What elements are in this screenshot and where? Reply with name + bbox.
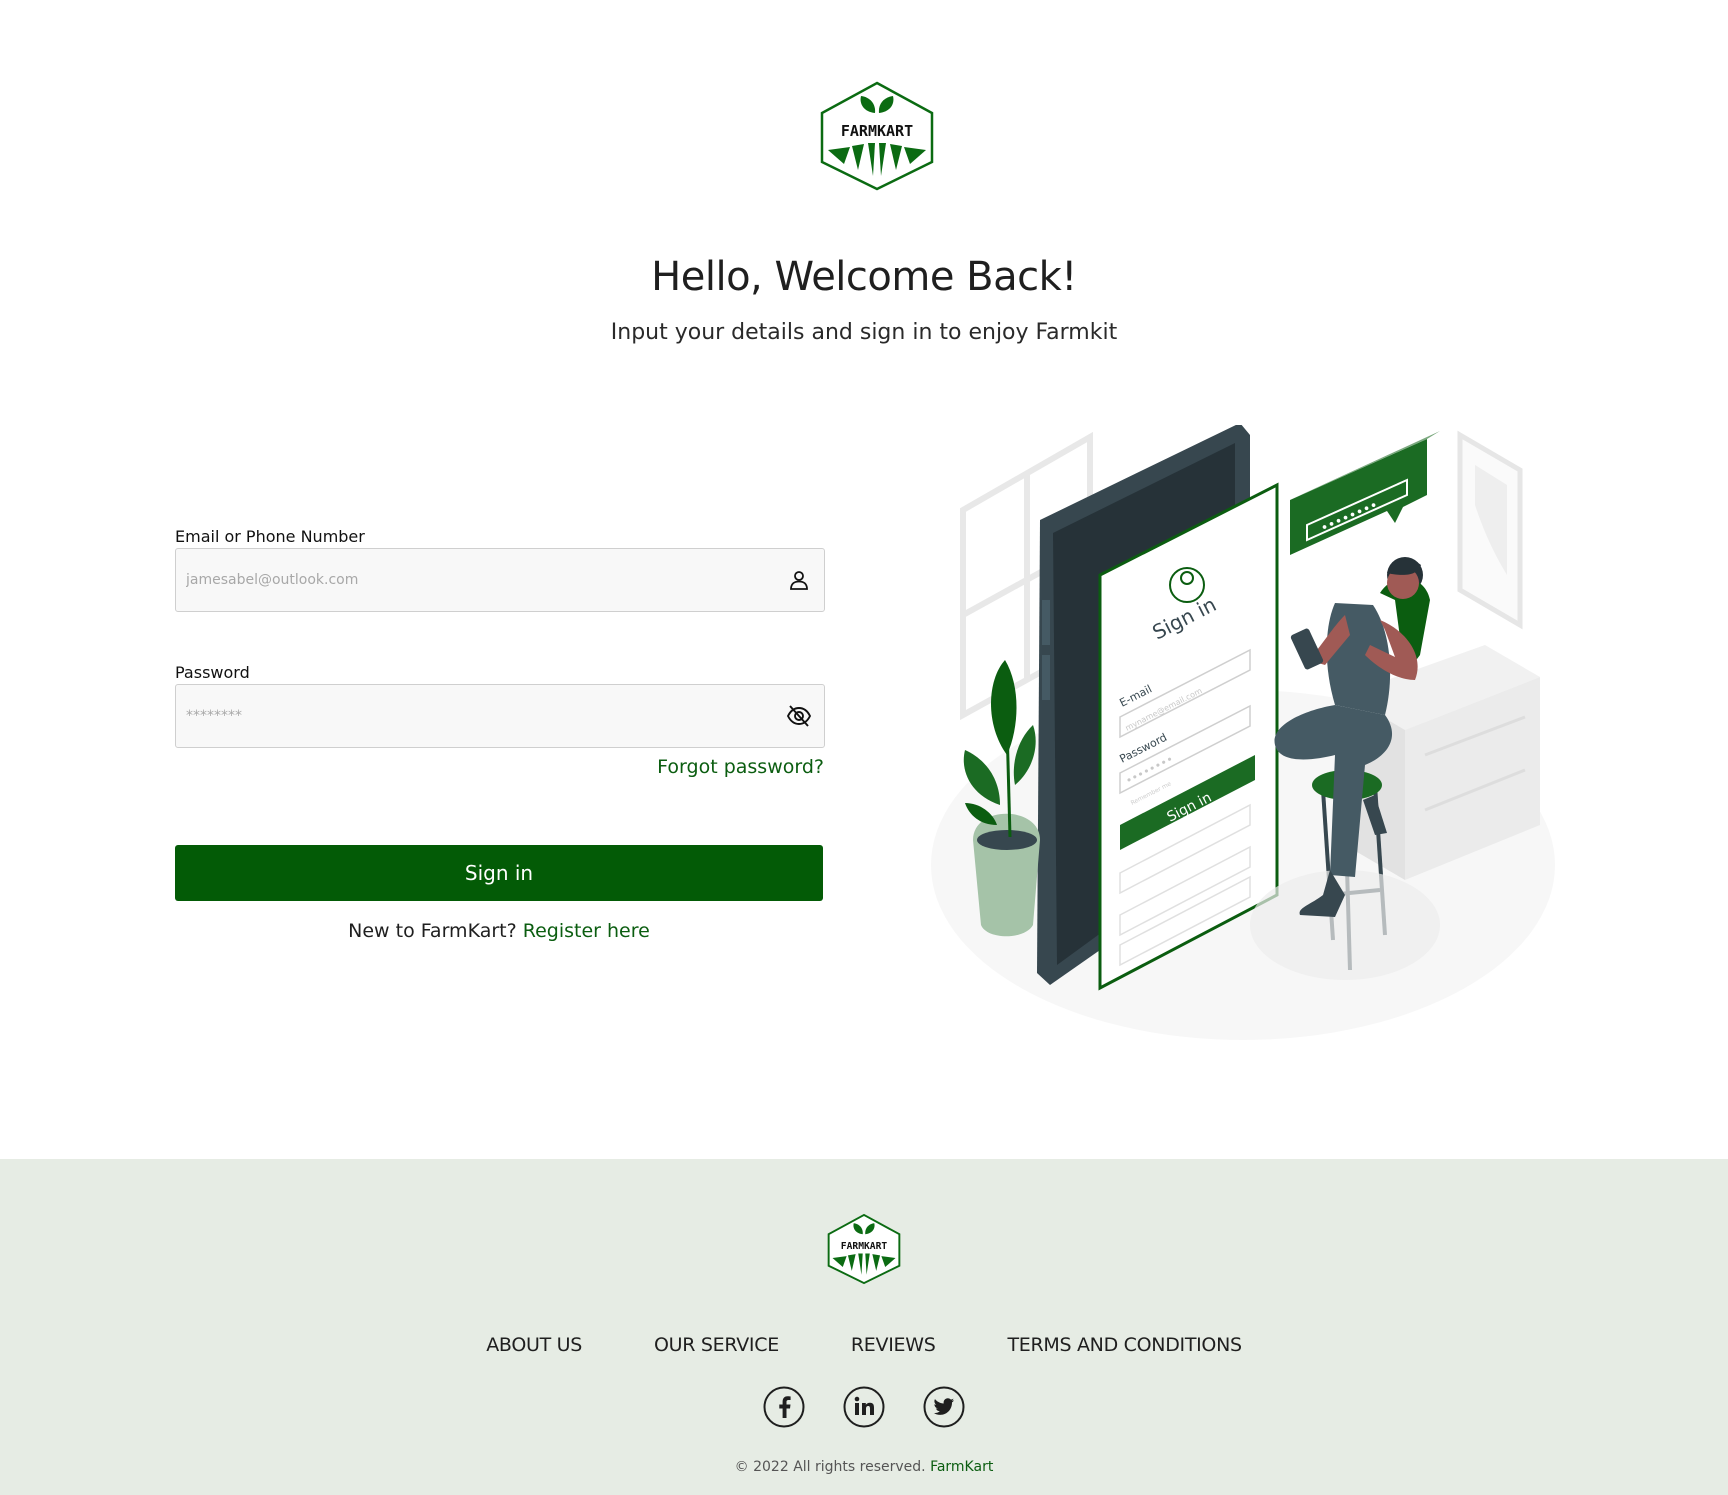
footer-logo: FARMKART bbox=[827, 1213, 901, 1285]
social-links bbox=[0, 1386, 1728, 1428]
register-prompt-text: New to FarmKart? bbox=[348, 920, 517, 942]
password-field-container bbox=[175, 684, 825, 748]
password-bubble: •••••••• bbox=[1290, 431, 1440, 555]
email-input[interactable] bbox=[186, 549, 746, 611]
register-prompt: New to FarmKart? Register here bbox=[175, 920, 823, 942]
phone-illustration: Sign in E-mail myname@email.com Password… bbox=[1037, 425, 1279, 991]
copyright-text: © 2022 All rights reserved. bbox=[734, 1459, 926, 1475]
linkedin-icon[interactable] bbox=[843, 1386, 885, 1428]
page-title: Hello, Welcome Back! bbox=[651, 254, 1077, 300]
farmkart-logo: FARMKART bbox=[820, 81, 934, 191]
picture-frame bbox=[1457, 430, 1523, 630]
footer-link-about-us[interactable]: ABOUT US bbox=[486, 1334, 582, 1356]
twitter-icon[interactable] bbox=[923, 1386, 965, 1428]
footer: FARMKART ABOUT US OUR SERVICE REVIEWS TE… bbox=[0, 1159, 1728, 1495]
user-icon bbox=[784, 565, 814, 595]
email-field-container bbox=[175, 548, 825, 612]
password-label: Password bbox=[175, 663, 250, 682]
forgot-password-link[interactable]: Forgot password? bbox=[600, 756, 824, 778]
copyright: © 2022 All rights reserved. FarmKart bbox=[0, 1459, 1728, 1475]
footer-link-terms[interactable]: TERMS AND CONDITIONS bbox=[1007, 1334, 1242, 1356]
page-subtitle: Input your details and sign in to enjoy … bbox=[610, 320, 1118, 345]
logo-wordmark: FARMKART bbox=[841, 122, 913, 140]
password-input[interactable] bbox=[186, 685, 746, 747]
footer-link-our-service[interactable]: OUR SERVICE bbox=[654, 1334, 779, 1356]
signin-button[interactable]: Sign in bbox=[175, 845, 823, 901]
footer-logo-wordmark: FARMKART bbox=[841, 1241, 888, 1252]
email-label: Email or Phone Number bbox=[175, 527, 365, 546]
eye-off-icon[interactable] bbox=[784, 701, 814, 731]
register-link[interactable]: Register here bbox=[523, 920, 650, 942]
signin-illustration: Sign in E-mail myname@email.com Password… bbox=[931, 425, 1555, 1040]
footer-nav: ABOUT US OUR SERVICE REVIEWS TERMS AND C… bbox=[0, 1334, 1728, 1356]
facebook-icon[interactable] bbox=[763, 1386, 805, 1428]
copyright-brand: FarmKart bbox=[930, 1459, 994, 1475]
footer-link-reviews[interactable]: REVIEWS bbox=[851, 1334, 936, 1356]
